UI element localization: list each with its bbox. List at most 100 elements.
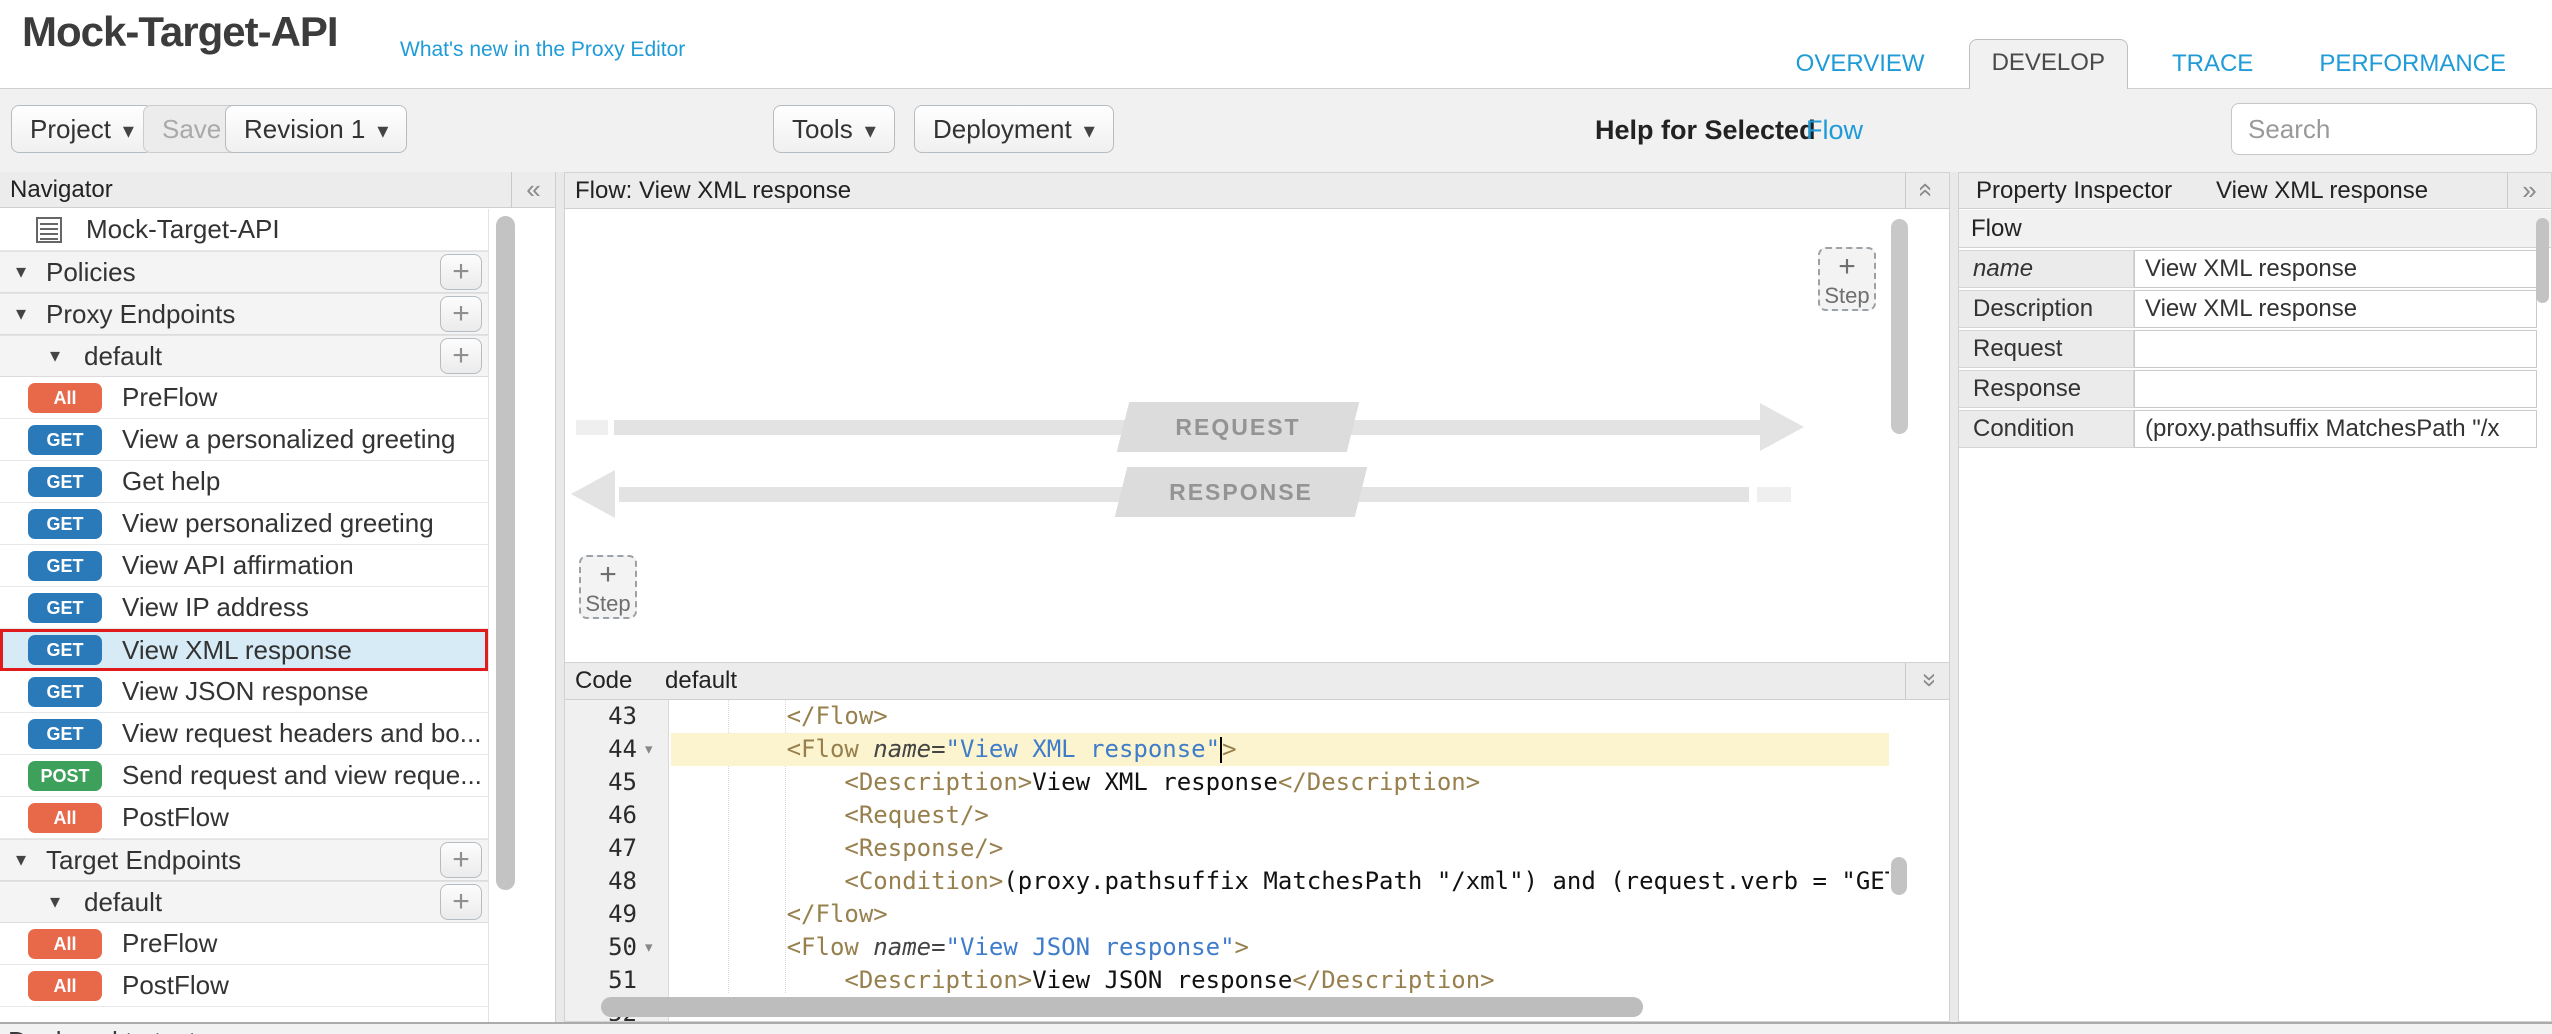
code-line-44[interactable]: 44 <Flow name="View XML response"> (565, 733, 1949, 766)
inspector-scrollbar[interactable] (2536, 218, 2549, 303)
nav-item-label: PreFlow (122, 923, 217, 963)
flow-canvas: + Step REQUEST RESPONSE + Step (565, 209, 1949, 663)
proxy-icon (36, 217, 62, 243)
nav-item-mock-target-api[interactable]: Mock-Target-API (0, 209, 488, 251)
caret-down-icon[interactable] (50, 882, 60, 922)
property-value[interactable] (2134, 330, 2537, 368)
verb-badge-all: All (28, 929, 102, 959)
nav-item-get-help[interactable]: GETGet help (0, 461, 488, 503)
add-step-button[interactable]: + Step (579, 555, 637, 619)
line-number: 48 (565, 865, 637, 898)
navigator-scrollbar[interactable] (496, 216, 515, 890)
code-line-49[interactable]: 49 </Flow> (565, 898, 1949, 931)
nav-item-view-request-headers-and-bo[interactable]: GETView request headers and bo... (0, 713, 488, 755)
help-flow-link[interactable]: Flow (1806, 115, 1863, 146)
code-line-50[interactable]: 50 <Flow name="View JSON response"> (565, 931, 1949, 964)
tab-overview[interactable]: OVERVIEW (1774, 41, 1947, 88)
flow-scrollbar[interactable] (1891, 219, 1908, 434)
code-line-46[interactable]: 46 <Request/> (565, 799, 1949, 832)
code-line-43[interactable]: 43 </Flow> (565, 700, 1949, 733)
caret-down-icon[interactable] (16, 252, 26, 292)
fold-arrow-icon[interactable] (645, 733, 653, 766)
nav-item-default[interactable]: default (0, 335, 488, 377)
code-text: <Request/> (671, 799, 1889, 832)
nav-item-label: PostFlow (122, 965, 229, 1005)
verb-badge-get: GET (28, 719, 102, 749)
line-number: 46 (565, 799, 637, 832)
nav-item-label: View a personalized greeting (122, 419, 455, 459)
property-value[interactable]: View XML response (2134, 250, 2537, 288)
nav-item-view-personalized-greeting[interactable]: GETView personalized greeting (0, 503, 488, 545)
whats-new-link[interactable]: What's new in the Proxy Editor (400, 38, 685, 62)
line-number: 44 (565, 733, 637, 766)
toolbar: Project Save Revision 1 Tools Deployment… (0, 88, 2552, 172)
nav-item-view-a-personalized-greeting[interactable]: GETView a personalized greeting (0, 419, 488, 461)
code-header: Code default (565, 663, 1949, 700)
code-text: <Flow name="View XML response"> (671, 733, 1889, 766)
nav-item-postflow[interactable]: AllPostFlow (0, 797, 488, 839)
nav-item-default[interactable]: default (0, 881, 488, 923)
revision-button[interactable]: Revision 1 (225, 105, 407, 153)
tab-trace[interactable]: TRACE (2150, 41, 2275, 88)
project-button[interactable]: Project (11, 105, 153, 153)
caret-down-icon (865, 114, 876, 145)
main-area: Navigator Mock-Target-APIPoliciesProxy E… (0, 172, 2552, 1022)
code-line-48[interactable]: 48 <Condition>(proxy.pathsuffix MatchesP… (565, 865, 1949, 898)
add-button[interactable] (440, 296, 482, 332)
nav-item-view-json-response[interactable]: GETView JSON response (0, 671, 488, 713)
expand-down-icon[interactable] (1905, 663, 1949, 699)
collapse-right-icon[interactable] (2507, 173, 2551, 209)
deployment-button[interactable]: Deployment (914, 105, 1114, 153)
nav-item-proxy-endpoints[interactable]: Proxy Endpoints (0, 293, 488, 335)
collapse-left-icon[interactable] (511, 172, 555, 208)
verb-badge-get: GET (28, 551, 102, 581)
property-value[interactable]: (proxy.pathsuffix MatchesPath "/x (2134, 410, 2537, 448)
code-line-51[interactable]: 51 <Description>View JSON response</Desc… (565, 964, 1949, 997)
tab-develop[interactable]: DEVELOP (1969, 39, 2128, 89)
nav-item-label: Policies (46, 252, 136, 292)
tools-button[interactable]: Tools (773, 105, 895, 153)
nav-item-preflow[interactable]: AllPreFlow (0, 377, 488, 419)
property-row-response: Response (1959, 370, 2537, 408)
nav-item-policies[interactable]: Policies (0, 251, 488, 293)
caret-down-icon[interactable] (50, 336, 60, 376)
property-row-name: nameView XML response (1959, 250, 2537, 288)
code-editor[interactable]: 43 </Flow>44 <Flow name="View XML respon… (565, 700, 1949, 1021)
add-button[interactable] (440, 884, 482, 920)
nav-item-preflow[interactable]: All PreFlow (0, 923, 488, 965)
nav-item-view-ip-address[interactable]: GETView IP address (0, 587, 488, 629)
code-line-45[interactable]: 45 <Description>View XML response</Descr… (565, 766, 1949, 799)
search-input[interactable] (2231, 103, 2537, 155)
request-arrowhead-icon (1760, 403, 1804, 451)
add-step-button[interactable]: + Step (1818, 247, 1876, 311)
code-horizontal-scrollbar[interactable] (601, 997, 1643, 1017)
save-button-label: Save (162, 114, 221, 145)
code-line-47[interactable]: 47 <Response/> (565, 832, 1949, 865)
plus-icon: + (1820, 251, 1874, 283)
nav-item-view-api-affirmation[interactable]: GETView API affirmation (0, 545, 488, 587)
tab-performance[interactable]: PERFORMANCE (2297, 41, 2528, 88)
property-label: Condition (1959, 410, 2134, 448)
add-button[interactable] (440, 842, 482, 878)
expand-up-icon[interactable] (1905, 173, 1949, 209)
add-button[interactable] (440, 338, 482, 374)
page-title: Mock-Target-API (22, 8, 338, 56)
code-text: <Description>View XML response</Descript… (671, 766, 1889, 799)
nav-item-send-request-and-view-reque[interactable]: POSTSend request and view reque... (0, 755, 488, 797)
add-button[interactable] (440, 254, 482, 290)
code-vertical-scrollbar[interactable] (1891, 857, 1907, 895)
property-label: Response (1959, 370, 2134, 408)
nav-item-view-xml-response[interactable]: GETView XML response (0, 629, 488, 671)
nav-item-postflow[interactable]: AllPostFlow (0, 965, 488, 1007)
caret-down-icon[interactable] (16, 840, 26, 880)
verb-badge-post: POST (28, 761, 102, 791)
nav-item-target-endpoints[interactable]: Target Endpoints (0, 839, 488, 881)
fold-arrow-icon[interactable] (645, 931, 653, 964)
nav-item-label: Get help (122, 461, 220, 501)
verb-badge-all: All (28, 803, 102, 833)
property-value[interactable]: View XML response (2134, 290, 2537, 328)
property-value[interactable] (2134, 370, 2537, 408)
verb-badge-get: GET (28, 593, 102, 623)
caret-down-icon[interactable] (16, 294, 26, 334)
nav-item-label: default (84, 882, 162, 922)
